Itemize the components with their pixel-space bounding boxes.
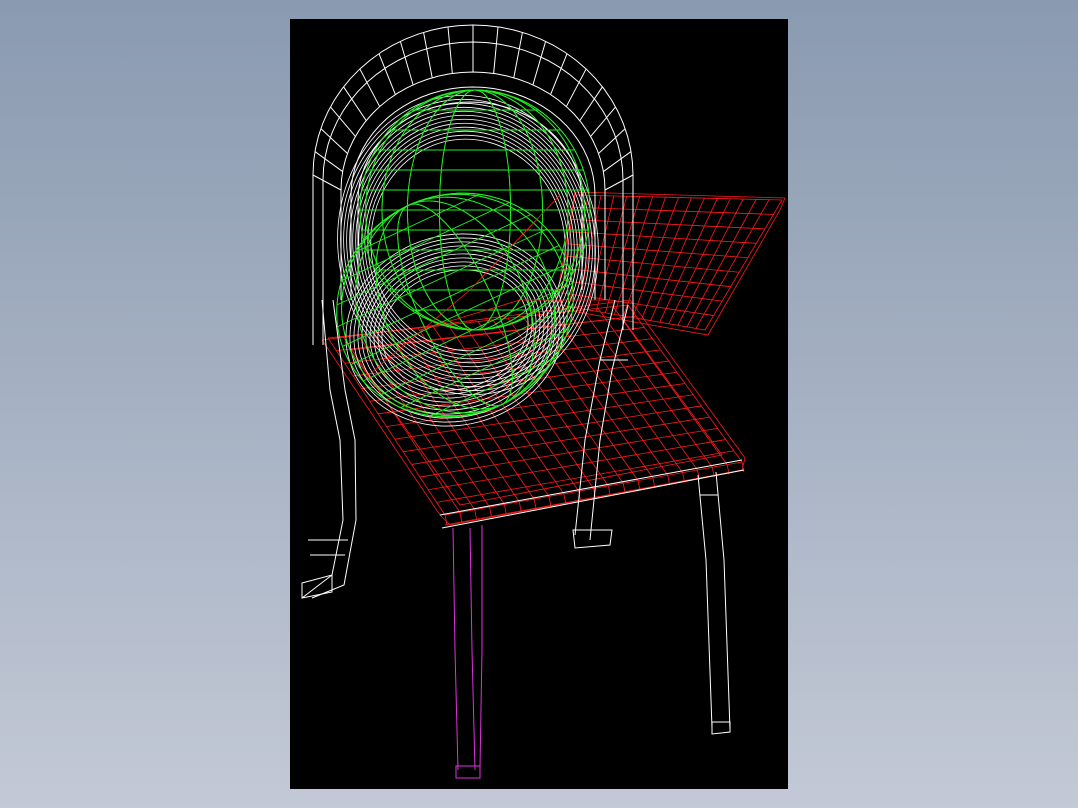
seat-main	[321, 299, 746, 526]
wireframe-scene[interactable]	[290, 19, 788, 789]
cushion-sphere-lower	[336, 192, 574, 418]
front-left-leg	[452, 525, 483, 779]
seat-back-panel	[554, 191, 786, 336]
cad-viewport[interactable]	[290, 19, 788, 789]
